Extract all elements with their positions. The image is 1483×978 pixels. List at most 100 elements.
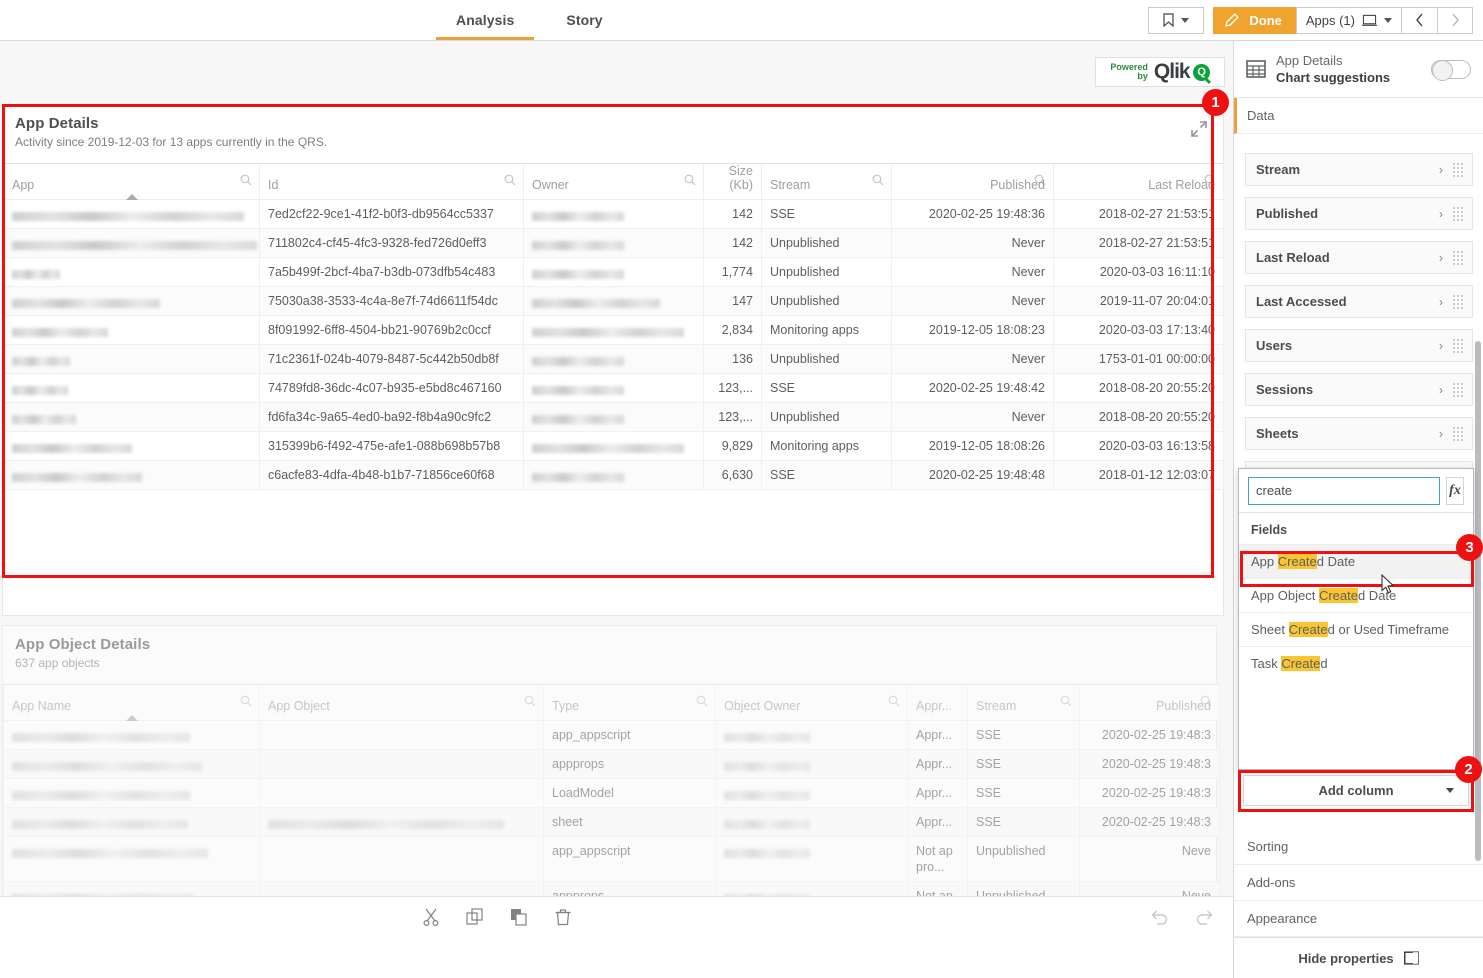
add-column-button[interactable]: Add column [1243, 775, 1469, 806]
field-task-created[interactable]: Task Created [1239, 646, 1473, 680]
cell-object-owner[interactable] [716, 808, 908, 837]
cell-size[interactable]: 142 [704, 200, 762, 229]
cell-owner[interactable] [524, 345, 704, 374]
cell-app-object[interactable] [260, 750, 544, 779]
cell-owner[interactable] [524, 403, 704, 432]
cell-stream[interactable]: SSE [762, 374, 892, 403]
cell-app[interactable] [4, 316, 260, 345]
cell-type[interactable]: sheet [544, 808, 716, 837]
cell-stream[interactable]: Monitoring apps [762, 316, 892, 345]
tab-analysis[interactable]: Analysis [430, 0, 540, 40]
table-row[interactable]: 8f091992-6ff8-4504-bb21-90769b2c0ccf2,83… [4, 316, 1224, 345]
cell-app-object[interactable] [260, 808, 544, 837]
cell-published[interactable]: 2020-02-25 19:48:48 [892, 461, 1054, 490]
app-object-details-object[interactable]: App Object Details 637 app objects App N… [2, 625, 1217, 937]
column-header-appr[interactable]: Appr... [908, 685, 968, 721]
cell-app[interactable] [4, 345, 260, 374]
section-appearance[interactable]: Appearance [1234, 901, 1483, 937]
cell-id[interactable]: 711802c4-cf45-4fc3-9328-fed726d0eff3 [260, 229, 524, 258]
cell-id[interactable]: 315399b6-f492-475e-afe1-088b698b57b8 [260, 432, 524, 461]
cell-last-reload[interactable]: 2018-08-20 20:55:20 [1054, 374, 1224, 403]
table-row[interactable]: 315399b6-f492-475e-afe1-088b698b57b89,82… [4, 432, 1224, 461]
cell-id[interactable]: 74789fd8-36dc-4c07-b935-e5bd8c467160 [260, 374, 524, 403]
cell-app-name[interactable] [4, 837, 260, 882]
cell-last-reload[interactable]: 1753-01-01 00:00:00 [1054, 345, 1224, 374]
done-button[interactable]: Done [1213, 7, 1296, 34]
column-search-icon[interactable] [240, 695, 252, 707]
cell-object-owner[interactable] [716, 779, 908, 808]
drag-handle-icon[interactable] [1453, 207, 1464, 220]
table-row[interactable]: 7ed2cf22-9ce1-41f2-b0f3-db9564cc5337142S… [4, 200, 1224, 229]
cell-app[interactable] [4, 403, 260, 432]
field-row-stream[interactable]: Stream› [1245, 153, 1473, 186]
previous-sheet-button[interactable] [1401, 7, 1437, 34]
table-row[interactable]: app_appscriptAppr...SSE2020-02-25 19:48:… [4, 721, 1220, 750]
cell-stream[interactable]: SSE [968, 721, 1080, 750]
cell-stream[interactable]: SSE [968, 808, 1080, 837]
cell-last-reload[interactable]: 2018-02-27 21:53:51 [1054, 229, 1224, 258]
section-sorting[interactable]: Sorting [1234, 829, 1483, 865]
field-row-sheets[interactable]: Sheets› [1245, 417, 1473, 450]
column-header-last-reload[interactable]: Last Reload [1054, 164, 1224, 200]
properties-scrollbar[interactable] [1475, 341, 1481, 861]
field-row-published[interactable]: Published› [1245, 197, 1473, 230]
cell-size[interactable]: 6,630 [704, 461, 762, 490]
cell-app-object[interactable] [260, 721, 544, 750]
field-app-object-created-date[interactable]: App Object Created Date [1239, 578, 1473, 612]
cell-published[interactable]: 2020-02-25 19:48:42 [892, 374, 1054, 403]
column-header-stream[interactable]: Stream [762, 164, 892, 200]
column-search-icon[interactable] [872, 174, 884, 186]
table-row[interactable]: 7a5b499f-2bcf-4ba7-b3db-073dfb54c4831,77… [4, 258, 1224, 287]
cell-object-owner[interactable] [716, 750, 908, 779]
column-search-icon[interactable] [1060, 695, 1072, 707]
column-search-icon[interactable] [524, 695, 536, 707]
column-header-published[interactable]: Published [1080, 685, 1220, 721]
cell-approved[interactable]: Appr... [908, 750, 968, 779]
cell-last-reload[interactable]: 2020-03-03 17:13:40 [1054, 316, 1224, 345]
cell-published[interactable]: 2020-02-25 19:48:36 [892, 200, 1054, 229]
cell-stream[interactable]: Unpublished [762, 345, 892, 374]
table-row[interactable]: 74789fd8-36dc-4c07-b935-e5bd8c467160 123,… [4, 374, 1224, 403]
cell-stream[interactable]: SSE [968, 750, 1080, 779]
cell-stream[interactable]: SSE [968, 779, 1080, 808]
cell-app[interactable] [4, 258, 260, 287]
cell-app-name[interactable] [4, 721, 260, 750]
cell-published[interactable]: 2020-02-25 19:48:3 [1080, 721, 1220, 750]
cell-app-name[interactable] [4, 808, 260, 837]
chevron-right-icon[interactable]: › [1439, 163, 1443, 177]
cell-size[interactable]: 123,... [704, 374, 762, 403]
cell-id[interactable]: 75030a38-3533-4c4a-8e7f-74d6611f54dc [260, 287, 524, 316]
cell-owner[interactable] [524, 316, 704, 345]
chevron-right-icon[interactable]: › [1439, 295, 1443, 309]
table-row[interactable]: sheetAppr...SSE2020-02-25 19:48:3 [4, 808, 1220, 837]
cell-app[interactable] [4, 461, 260, 490]
column-search-icon[interactable] [684, 174, 696, 186]
cell-size[interactable]: 123,... [704, 403, 762, 432]
column-search-icon[interactable] [240, 174, 252, 186]
cell-type[interactable]: appprops [544, 750, 716, 779]
apps-selector-button[interactable]: Apps (1) [1296, 7, 1401, 34]
section-add-ons[interactable]: Add-ons [1234, 865, 1483, 901]
column-header-type[interactable]: Type [544, 685, 716, 721]
cell-approved[interactable]: Appr... [908, 808, 968, 837]
cell-stream[interactable]: Monitoring apps [762, 432, 892, 461]
cell-app[interactable] [4, 374, 260, 403]
column-search-icon[interactable] [696, 695, 708, 707]
field-row-sessions[interactable]: Sessions› [1245, 373, 1473, 406]
cell-published[interactable]: Never [892, 403, 1054, 432]
cell-object-owner[interactable] [716, 721, 908, 750]
delete-icon[interactable] [554, 908, 572, 926]
cell-last-reload[interactable]: 2019-11-07 20:04:01 [1054, 287, 1224, 316]
cell-id[interactable]: 8f091992-6ff8-4504-bb21-90769b2c0ccf [260, 316, 524, 345]
drag-handle-icon[interactable] [1453, 339, 1464, 352]
chart-suggestions-toggle[interactable] [1431, 60, 1471, 79]
cell-type[interactable]: LoadModel [544, 779, 716, 808]
cell-published[interactable]: Never [892, 258, 1054, 287]
tab-story[interactable]: Story [540, 0, 628, 40]
cell-last-reload[interactable]: 2018-08-20 20:55:20 [1054, 403, 1224, 432]
column-header-app-name[interactable]: App Name [4, 685, 260, 721]
column-header-stream[interactable]: Stream [968, 685, 1080, 721]
cell-owner[interactable] [524, 461, 704, 490]
cell-app[interactable] [4, 200, 260, 229]
cell-approved[interactable]: Not appro... [908, 837, 968, 882]
